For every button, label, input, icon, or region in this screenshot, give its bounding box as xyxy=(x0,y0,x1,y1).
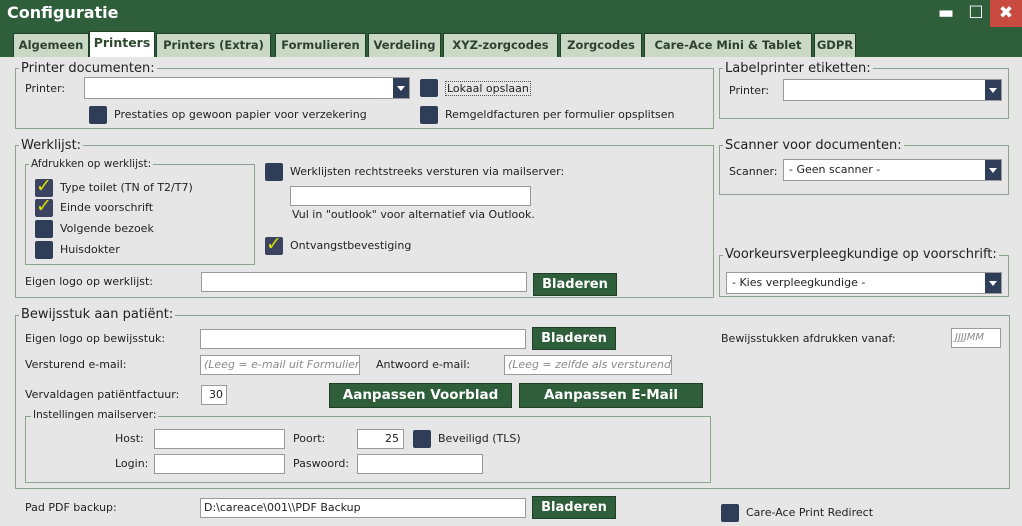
checkmark-icon: ✓ xyxy=(36,195,52,217)
bewijsstuk-legend: Bewijsstuk aan patiënt: xyxy=(19,307,176,322)
beveiligd-label: Beveiligd (TLS) xyxy=(438,432,521,445)
afdrukken-vanaf-input[interactable]: JJJJMM xyxy=(951,328,1001,348)
paswoord-label: Paswoord: xyxy=(293,457,350,470)
host-input[interactable] xyxy=(154,429,285,449)
prestaties-label: Prestaties op gewoon papier voor verzeke… xyxy=(114,108,367,121)
bewijsstuk-bladeren-button[interactable]: Bladeren xyxy=(532,327,616,350)
werklijst-logo-label: Eigen logo op werklijst: xyxy=(25,275,154,288)
ontvangst-checkbox[interactable]: ✓ xyxy=(265,233,283,255)
poort-label: Poort: xyxy=(293,432,326,445)
poort-input[interactable]: 25 xyxy=(357,429,404,449)
chevron-down-icon[interactable] xyxy=(985,80,1001,100)
huisdokter-checkbox[interactable] xyxy=(35,241,53,259)
maximize-icon[interactable]: ☐ xyxy=(961,0,991,27)
labelprinter-dropdown[interactable] xyxy=(783,79,1002,101)
outlook-hint: Vul in "outlook" voor alternatief via Ou… xyxy=(292,208,535,221)
tab-xyz-zorgcodes[interactable]: XYZ-zorgcodes xyxy=(443,33,558,57)
afdrukken-legend: Afdrukken op werklijst: xyxy=(29,158,154,170)
scanner-value: - Geen scanner - xyxy=(789,163,881,176)
close-icon[interactable]: ✖ xyxy=(990,0,1022,27)
checkmark-icon: ✓ xyxy=(36,175,52,197)
checkmark-icon: ✓ xyxy=(266,233,282,255)
tab-printers-extra[interactable]: Printers (Extra) xyxy=(156,33,271,57)
ontvangst-label: Ontvangstbevestiging xyxy=(290,239,412,252)
chevron-down-icon[interactable] xyxy=(985,273,1001,293)
tab-zorgcodes[interactable]: Zorgcodes xyxy=(560,33,642,57)
pdf-backup-input[interactable]: D:\careace\001\\PDF Backup xyxy=(200,498,526,518)
title-bar xyxy=(0,0,1022,27)
verpleegkundige-value: - Kies verpleegkundige - xyxy=(732,276,866,289)
tab-formulieren[interactable]: Formulieren xyxy=(275,33,366,57)
bewijsstuk-logo-input[interactable] xyxy=(200,329,526,349)
lokaal-opslaan-checkbox[interactable] xyxy=(420,79,438,97)
tab-verdeling[interactable]: Verdeling xyxy=(368,33,441,57)
scanner-legend: Scanner voor documenten: xyxy=(723,138,904,153)
vervaldagen-input[interactable]: 30 xyxy=(201,385,227,405)
print-redirect-checkbox[interactable] xyxy=(721,504,739,522)
chevron-down-icon[interactable] xyxy=(985,160,1001,180)
bewijsstuk-logo-label: Eigen logo op bewijsstuk: xyxy=(25,332,166,345)
paswoord-input[interactable] xyxy=(357,454,483,474)
pdf-backup-label: Pad PDF backup: xyxy=(25,501,117,514)
labelprinter-legend: Labelprinter etiketten: xyxy=(723,61,873,76)
remgeld-checkbox[interactable] xyxy=(420,106,438,124)
minimize-icon[interactable]: ▬ xyxy=(931,0,961,27)
mailserver-label: Werklijsten rechtstreeks versturen via m… xyxy=(290,165,565,178)
tab-gdpr[interactable]: GDPR xyxy=(814,33,856,57)
window-title: Configuratie xyxy=(7,3,119,22)
vervaldagen-label: Vervaldagen patiëntfactuur: xyxy=(25,388,180,401)
login-input[interactable] xyxy=(154,454,285,474)
mailserver-checkbox[interactable] xyxy=(265,163,283,181)
scanner-label: Scanner: xyxy=(729,165,778,178)
antwoord-label: Antwoord e-mail: xyxy=(376,358,471,371)
mailserver-settings-legend: Instellingen mailserver: xyxy=(31,409,159,421)
einde-voorschrift-label: Einde voorschrift xyxy=(60,201,154,214)
pdf-backup-bladeren-button[interactable]: Bladeren xyxy=(532,496,616,519)
huisdokter-label: Huisdokter xyxy=(60,243,120,256)
versturend-label: Versturend e-mail: xyxy=(25,358,127,371)
aanpassen-email-button[interactable]: Aanpassen E-Mail xyxy=(519,383,703,408)
printer-documenten-legend: Printer documenten: xyxy=(19,61,157,76)
werklijst-legend: Werklijst: xyxy=(19,138,84,153)
werklijst-bladeren-button[interactable]: Bladeren xyxy=(533,273,617,296)
scanner-dropdown[interactable]: - Geen scanner - xyxy=(783,159,1002,181)
printer-dropdown[interactable] xyxy=(84,77,410,99)
tab-printers[interactable]: Printers xyxy=(89,31,155,57)
tab-algemeen[interactable]: Algemeen xyxy=(13,33,89,57)
lokaal-opslaan-label: Lokaal opslaan xyxy=(445,81,531,96)
einde-voorschrift-checkbox[interactable]: ✓ xyxy=(35,195,53,217)
afdrukken-vanaf-label: Bewijsstukken afdrukken vanaf: xyxy=(721,332,896,345)
aanpassen-voorblad-button[interactable]: Aanpassen Voorblad xyxy=(329,383,512,408)
prestaties-checkbox[interactable] xyxy=(89,106,107,124)
verpleegkundige-dropdown[interactable]: - Kies verpleegkundige - xyxy=(726,272,1002,294)
volgende-bezoek-checkbox[interactable] xyxy=(35,220,53,238)
host-label: Host: xyxy=(115,432,144,445)
werklijst-logo-input[interactable] xyxy=(201,272,527,292)
remgeld-label: Remgeldfacturen per formulier opsplitsen xyxy=(445,108,675,121)
print-redirect-label: Care-Ace Print Redirect xyxy=(746,506,874,519)
login-label: Login: xyxy=(115,457,149,470)
labelprinter-printer-label: Printer: xyxy=(729,84,770,97)
werklijst-mail-input[interactable] xyxy=(290,186,531,206)
volgende-bezoek-label: Volgende bezoek xyxy=(60,222,154,235)
printer-label: Printer: xyxy=(25,82,66,95)
tab-care-ace-mini-tablet[interactable]: Care-Ace Mini & Tablet xyxy=(644,33,812,57)
beveiligd-checkbox[interactable] xyxy=(413,430,431,448)
antwoord-email-input[interactable]: (Leeg = zelfde als versturend) xyxy=(504,355,672,375)
versturend-email-input[interactable]: (Leeg = e-mail uit Formulieren) xyxy=(200,355,360,375)
type-toilet-label: Type toilet (TN of T2/T7) xyxy=(60,181,193,194)
voorkeur-legend: Voorkeursverpleegkundige op voorschrift: xyxy=(723,247,999,262)
chevron-down-icon[interactable] xyxy=(393,78,409,98)
